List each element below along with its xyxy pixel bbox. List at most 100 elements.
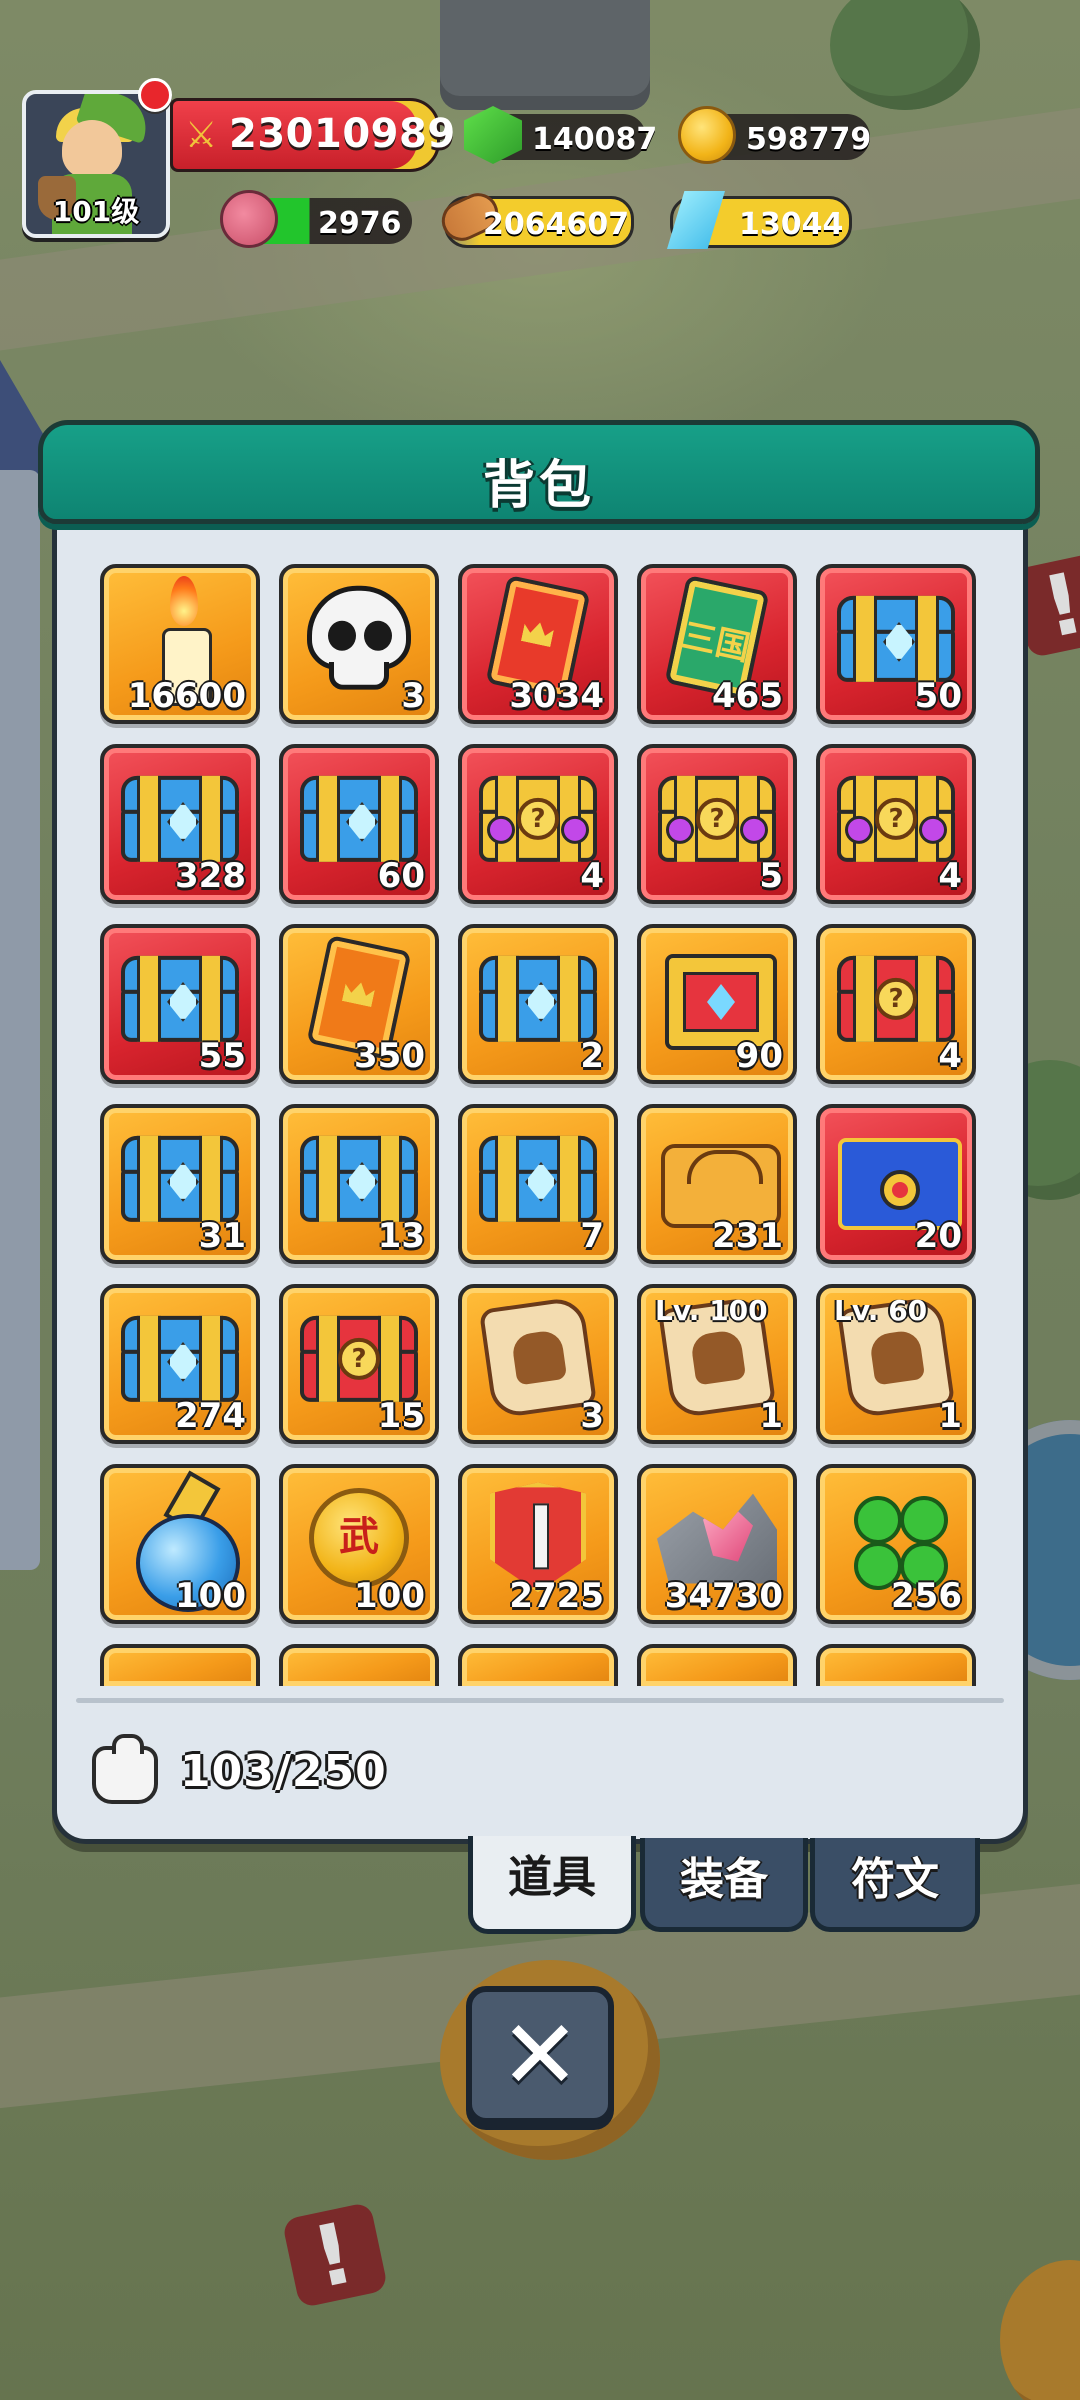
item-quantity: 328 [175,856,246,896]
inventory-slot[interactable]: 13 [279,1104,439,1264]
item-level-tag: Lv. 100 [655,1294,768,1327]
inventory-slot[interactable]: ? 15 [279,1284,439,1444]
inventory-slot[interactable]: 350 [279,924,439,1084]
inventory-slot[interactable] [100,1644,260,1686]
meat-counter[interactable]: 2976 [220,190,412,248]
item-quantity: 100 [175,1576,246,1616]
tab-runes[interactable]: 符文 [810,1838,980,1932]
item-quantity: 1 [759,1396,783,1436]
item-quantity: 350 [354,1036,425,1076]
inventory-slot[interactable]: 55 [100,924,260,1084]
hero-scroll-icon [478,1295,598,1420]
item-quantity: 256 [891,1576,962,1616]
bag-header: 背包 [38,420,1040,524]
inventory-slot[interactable]: 328 [100,744,260,904]
inventory-slot[interactable] [637,1644,797,1686]
blue-chest-icon [300,1135,418,1222]
inventory-slot[interactable]: 武 100 [279,1464,439,1624]
mystery-chest-icon: ? [479,775,597,862]
close-button[interactable]: ✕ [466,1986,614,2124]
inventory-slot[interactable]: 16600 [100,564,260,724]
inventory-slot[interactable]: Lv. 60 1 [816,1284,976,1444]
inventory-slot[interactable]: 50 [816,564,976,724]
inventory-slot[interactable] [816,1644,976,1686]
inventory-slot[interactable]: 3 [279,564,439,724]
blue-chest-icon [479,955,597,1042]
combat-power-value: 23010989 [229,111,456,157]
meat-icon [220,190,278,248]
inventory-slot[interactable] [458,1644,618,1686]
inventory-slot[interactable]: 3 [458,1284,618,1444]
inventory-slot[interactable]: 20 [816,1104,976,1264]
item-quantity: 100 [354,1576,425,1616]
inventory-slot[interactable]: 2725 [458,1464,618,1624]
inventory-slot[interactable]: 7 [458,1104,618,1264]
item-quantity: 50 [914,676,962,716]
item-quantity: 15 [377,1396,425,1436]
gem-counter[interactable]: 140087 [464,106,657,164]
bag-capacity: 103/250 [180,1746,387,1797]
item-grid-scroll[interactable]: 16600 3 3034 三国 465 50 328 60 ? 4 ? 5 ? 4 55 350 [50,564,990,1686]
item-quantity: 465 [712,676,783,716]
blue-chest-icon [121,955,239,1042]
tab-equipment[interactable]: 装备 [640,1838,808,1932]
item-quantity: 5 [759,856,783,896]
player-avatar[interactable]: 101级 [22,90,170,238]
item-quantity: 1 [938,1396,962,1436]
red-mystery-chest-icon: ? [300,1315,418,1402]
notification-dot [138,78,172,112]
inventory-slot[interactable]: Lv. 100 1 [637,1284,797,1444]
item-quantity: 3 [580,1396,604,1436]
inventory-slot[interactable]: 三国 465 [637,564,797,724]
skull-icon [307,585,411,690]
ore-icon [657,1493,777,1584]
wood-counter[interactable]: 2064607 [435,186,634,248]
item-quantity: 31 [198,1216,246,1256]
inventory-slot[interactable]: 3034 [458,564,618,724]
inventory-slot[interactable] [279,1644,439,1686]
item-quantity: 20 [914,1216,962,1256]
blue-chest-icon [121,775,239,862]
player-level: 101级 [52,195,140,228]
inventory-slot[interactable]: ? 4 [816,924,976,1084]
inventory-slot[interactable]: 256 [816,1464,976,1624]
blue-chest-icon [121,1315,239,1402]
combat-power: ⚔ 23010989 [170,98,455,172]
inventory-slot[interactable]: 2 [458,924,618,1084]
inventory-slot[interactable]: 31 [100,1104,260,1264]
item-quantity: 7 [580,1216,604,1256]
gold-coin-icon [678,106,736,164]
item-quantity: 2725 [509,1576,604,1616]
item-quantity: 3034 [509,676,604,716]
item-quantity: 4 [580,856,604,896]
blue-chest-icon [837,595,955,682]
gold-counter[interactable]: 598779 [678,106,871,164]
item-quantity: 55 [198,1036,246,1076]
inventory-slot[interactable]: 34730 [637,1464,797,1624]
tab-items[interactable]: 道具 [468,1836,636,1934]
item-quantity: 231 [712,1216,783,1256]
inventory-slot[interactable]: 60 [279,744,439,904]
inventory-slot[interactable]: ? 5 [637,744,797,904]
item-level-tag: Lv. 60 [834,1294,928,1327]
crystal-counter[interactable]: 13044 [667,191,852,249]
item-grid: 16600 3 3034 三国 465 50 328 60 ? 4 ? 5 ? 4 55 350 [50,564,990,1686]
inventory-slot[interactable]: ? 4 [458,744,618,904]
card-glyph: 三国 [678,615,754,669]
red-mystery-chest-icon: ? [837,955,955,1042]
item-quantity: 4 [938,1036,962,1076]
backpack-icon [92,1734,158,1804]
divider [76,1698,1004,1703]
item-quantity: 16600 [127,676,246,716]
item-quantity: 274 [175,1396,246,1436]
inventory-slot[interactable]: 274 [100,1284,260,1444]
crossed-swords-icon: ⚔ [185,115,218,156]
wu-glyph: 武 [309,1488,409,1588]
item-quantity: 2 [580,1036,604,1076]
inventory-slot[interactable]: 100 [100,1464,260,1624]
item-quantity: 90 [735,1036,783,1076]
inventory-slot[interactable]: 231 [637,1104,797,1264]
item-quantity: 3 [401,676,425,716]
inventory-slot[interactable]: 90 [637,924,797,1084]
inventory-slot[interactable]: ? 4 [816,744,976,904]
